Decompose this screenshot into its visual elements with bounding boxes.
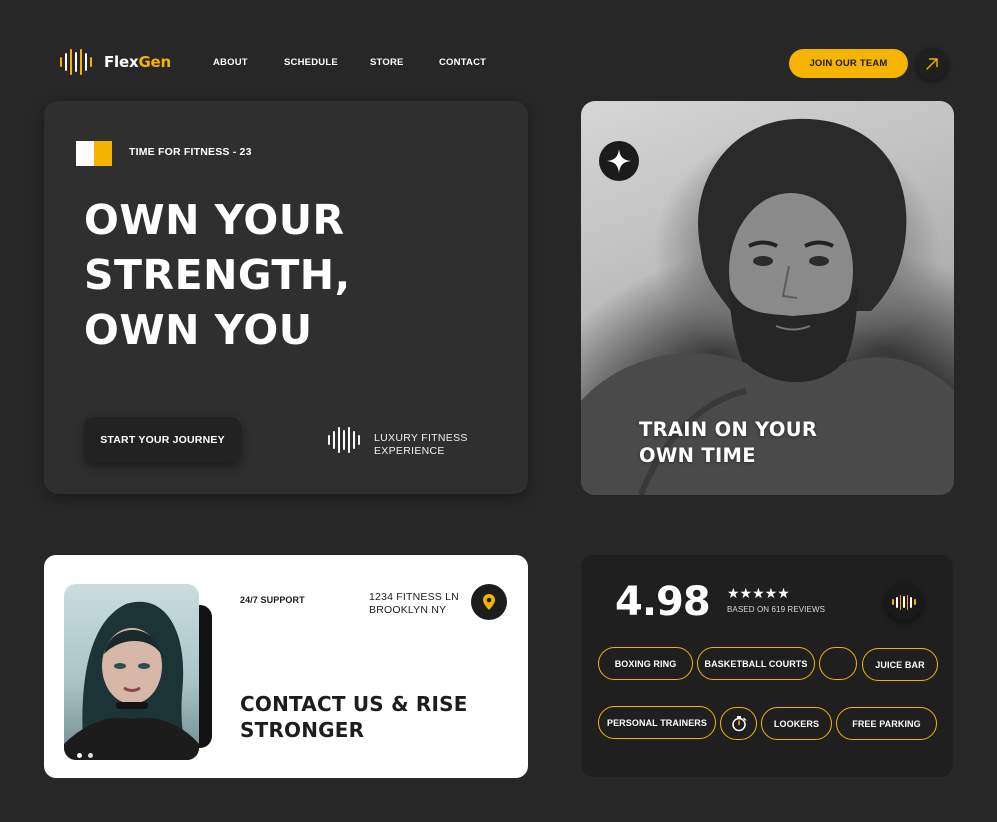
carousel-dot[interactable] <box>77 753 82 758</box>
amenity-chip-personal-trainers[interactable]: PERSONAL TRAINERS <box>598 706 716 739</box>
arrow-up-right-icon <box>926 58 938 70</box>
photo-caption-line: TRAIN ON YOUR <box>639 418 818 441</box>
amenity-chip-juice-bar[interactable]: JUICE BAR <box>862 648 938 681</box>
brand-soundwave-icon[interactable] <box>886 584 922 620</box>
sparkle-badge[interactable] <box>599 141 639 181</box>
brand-logo[interactable]: FlexGen <box>60 48 171 76</box>
amenity-chip-empty[interactable] <box>819 647 857 680</box>
soundwave-icon <box>328 427 360 453</box>
arrow-button[interactable] <box>916 48 948 80</box>
address-line: BROOKLYN NY <box>369 603 447 616</box>
contact-title: CONTACT US & RISE STRONGER <box>240 691 500 743</box>
rating-value: 4.98 <box>615 579 711 625</box>
flag-icon <box>76 141 112 166</box>
hero-title-line: STRENGTH, <box>84 251 351 299</box>
amenity-chip-basketball-courts[interactable]: BASKETBALL COURTS <box>697 647 815 680</box>
location-button[interactable] <box>471 584 507 620</box>
hero-card: TIME FOR FITNESS - 23 OWN YOUR STRENGTH,… <box>44 101 528 494</box>
map-pin-icon <box>483 594 495 610</box>
nav-about[interactable]: ABOUT <box>213 57 248 68</box>
hero-title-line: OWN YOU <box>84 306 313 354</box>
carousel-dot[interactable] <box>88 753 93 758</box>
nav-schedule[interactable]: SCHEDULE <box>284 57 338 68</box>
address: 1234 FITNESS LN BROOKLYN NY <box>369 591 459 616</box>
brand-name: FlexGen <box>104 53 171 71</box>
nav-contact[interactable]: CONTACT <box>439 57 486 68</box>
amenity-chip-free-parking[interactable]: FREE PARKING <box>836 707 937 740</box>
start-your-journey-button[interactable]: START YOUR JOURNEY <box>84 417 241 463</box>
reviews-count: BASED ON 619 REVIEWS <box>727 605 826 614</box>
amenity-chip-boxing-ring[interactable]: BOXING RING <box>598 647 693 680</box>
contact-card: 24/7 SUPPORT 1234 FITNESS LN BROOKLYN NY… <box>44 555 528 778</box>
photo-caption: TRAIN ON YOUR OWN TIME <box>639 417 817 469</box>
tagline-line: EXPERIENCE <box>374 444 445 457</box>
portrait-illustration <box>64 601 199 760</box>
amenity-chip-stopwatch[interactable] <box>720 707 757 740</box>
contact-title-line: CONTACT US & RISE <box>240 692 468 716</box>
hero-title-line: OWN YOUR <box>84 196 345 244</box>
stopwatch-icon <box>731 716 746 732</box>
photo-caption-line: OWN TIME <box>639 444 756 467</box>
brand-name-part1: Flex <box>104 53 139 71</box>
luxury-tagline: LUXURY FITNESS EXPERIENCE <box>374 432 468 457</box>
hero-title: OWN YOUR STRENGTH, OWN YOU <box>84 193 504 358</box>
woman-portrait-photo <box>64 584 199 760</box>
rating-card: 4.98 ★★★★★ BASED ON 619 REVIEWS BOXING R… <box>581 555 953 777</box>
nav-store[interactable]: STORE <box>370 57 404 68</box>
carousel-dots[interactable] <box>77 753 93 758</box>
address-line: 1234 FITNESS LN <box>369 591 459 603</box>
amenity-chip-lookers[interactable]: LOOKERS <box>761 707 832 740</box>
sparkle-star-icon <box>607 149 631 173</box>
brand-name-part2: Gen <box>138 53 172 71</box>
logo-bars-icon <box>60 48 92 76</box>
contact-title-line: STRONGER <box>240 718 365 742</box>
star-rating: ★★★★★ <box>727 585 790 601</box>
hero-eyebrow: TIME FOR FITNESS - 23 <box>129 146 252 158</box>
support-label: 24/7 SUPPORT <box>240 595 305 605</box>
trainer-photo-card[interactable]: TRAIN ON YOUR OWN TIME <box>581 101 954 495</box>
tagline-line: LUXURY FITNESS <box>374 432 468 444</box>
join-our-team-button[interactable]: JOIN OUR TEAM <box>789 49 908 78</box>
